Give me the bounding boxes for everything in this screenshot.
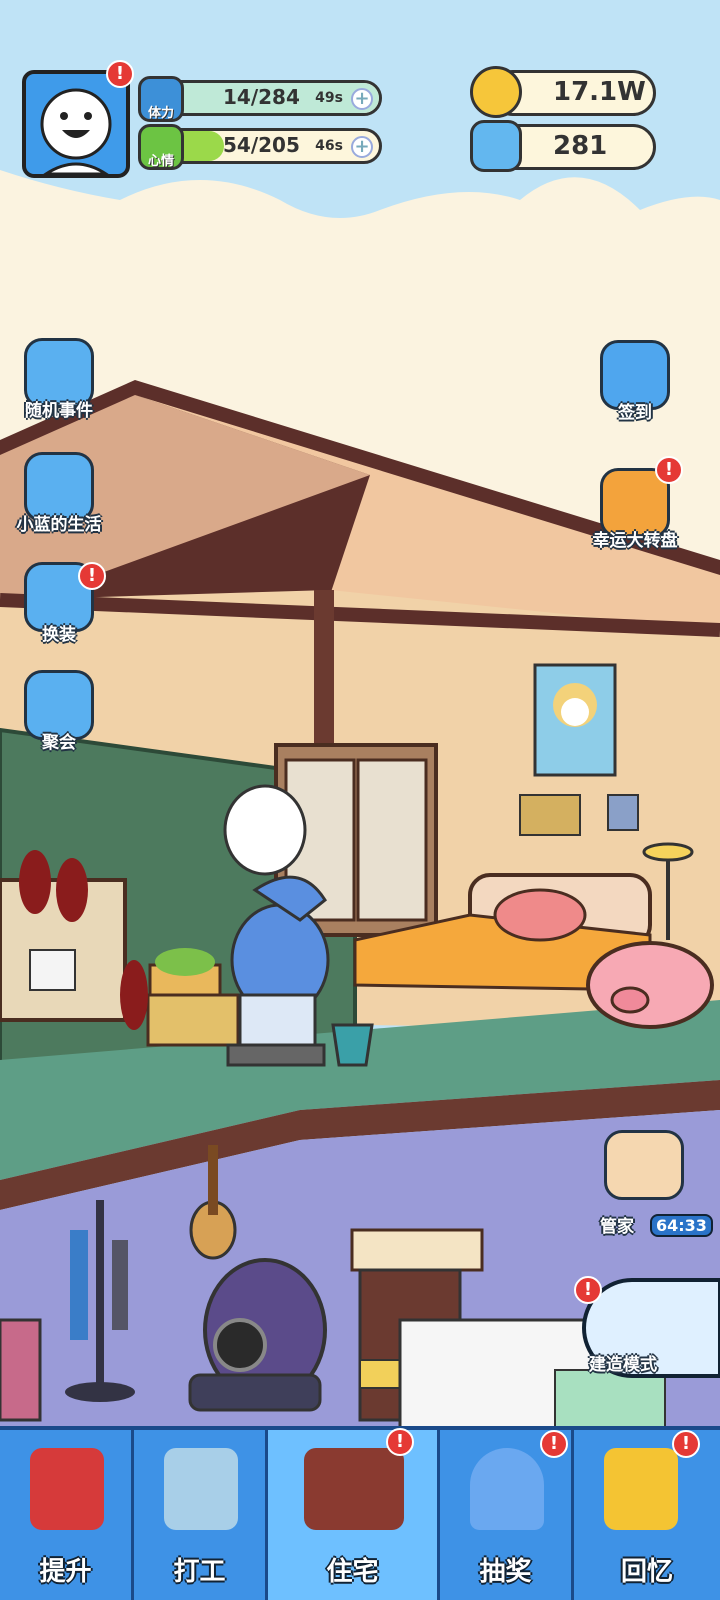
lucky-wheel-alert-badge: ! <box>655 456 683 484</box>
mood-plus-button[interactable]: + <box>351 136 373 158</box>
sign-in-label: 签到 <box>618 403 652 423</box>
book-icon <box>30 1448 104 1530</box>
memories-alert-badge: ! <box>672 1430 700 1458</box>
id-badge-icon <box>164 1448 238 1530</box>
stamina-dumbbell-icon: 体力 <box>138 76 184 122</box>
butler-avatar-icon <box>604 1130 684 1200</box>
tab-memories-label: 回忆 <box>620 1557 673 1587</box>
tab-work-label: 打工 <box>173 1557 226 1587</box>
butler-button[interactable]: 管家 64:33 <box>596 1130 713 1240</box>
tab-home-label: 住宅 <box>326 1557 379 1587</box>
avatar-face-icon <box>40 88 112 176</box>
coin-value: 17.1W <box>553 77 646 107</box>
stamina-timer: 49s <box>315 90 343 106</box>
stamina-label: 体力 <box>147 106 174 121</box>
sign-in-button[interactable]: 签到 <box>592 340 678 426</box>
build-mode-alert-badge: ! <box>574 1276 602 1304</box>
mood-bar[interactable]: 54/205 46s + <box>150 128 382 164</box>
tab-upgrade[interactable]: 提升 <box>0 1430 134 1600</box>
lucky-wheel-label: 幸运大转盘 <box>592 531 678 551</box>
xiaolan-life-label: 小蓝的生活 <box>16 515 102 535</box>
party-label: 聚会 <box>42 733 76 753</box>
mood-heart-icon: 心情 <box>138 124 184 170</box>
dress-up-label: 换装 <box>42 625 76 645</box>
xiaolan-life-button[interactable]: 小蓝的生活 <box>16 452 102 538</box>
butler-label: 管家 <box>600 1217 634 1237</box>
tab-upgrade-label: 提升 <box>39 1557 92 1587</box>
tab-home[interactable]: 住宅 <box>268 1430 440 1600</box>
tab-memories[interactable]: 回忆 <box>574 1430 720 1600</box>
coin-icon <box>470 66 522 118</box>
gacha-machine-icon <box>470 1448 544 1530</box>
stamina-value: 14/284 <box>223 85 300 109</box>
diamond-icon <box>470 120 522 172</box>
mood-value: 54/205 <box>223 133 300 157</box>
party-button[interactable]: 聚会 <box>16 670 102 756</box>
build-mode-label: 建造模式 <box>589 1355 657 1375</box>
random-event-label: 随机事件 <box>25 401 93 421</box>
stamina-plus-button[interactable]: + <box>351 88 373 110</box>
bottom-nav-bar: 提升 打工 住宅 抽奖 回忆 <box>0 1426 720 1600</box>
butler-timer: 64:33 <box>650 1214 713 1237</box>
lottery-alert-badge: ! <box>540 1430 568 1458</box>
tab-work[interactable]: 打工 <box>134 1430 268 1600</box>
home-alert-badge: ! <box>386 1428 414 1456</box>
mood-label: 心情 <box>147 154 174 169</box>
avatar-alert-badge: ! <box>106 60 134 88</box>
random-event-button[interactable]: 随机事件 <box>16 338 102 424</box>
gem-value: 281 <box>553 131 608 161</box>
tab-lottery-label: 抽奖 <box>479 1557 532 1587</box>
mood-timer: 46s <box>315 138 343 154</box>
stamina-bar[interactable]: 14/284 49s + <box>150 80 382 116</box>
camera-icon <box>604 1448 678 1530</box>
dress-up-alert-badge: ! <box>78 562 106 590</box>
house-icon <box>304 1448 404 1530</box>
